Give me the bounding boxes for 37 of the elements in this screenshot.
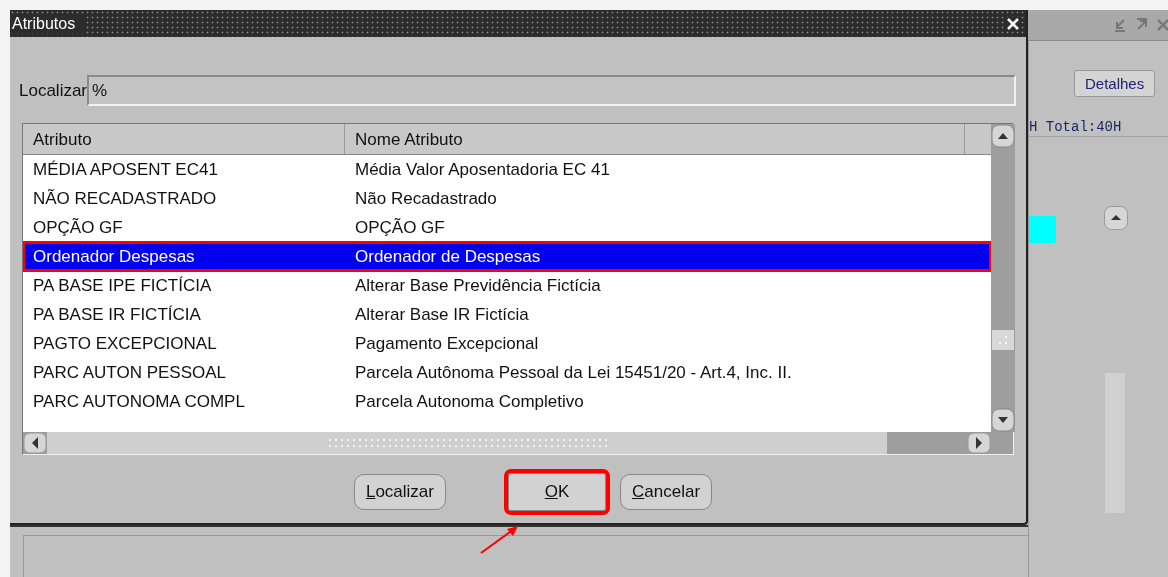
dialog-button[interactable]: Cancelar	[620, 474, 713, 510]
table-cell-text: OPÇÃO GF	[32, 217, 124, 238]
table-cell-text: Ordenador Despesas	[32, 246, 196, 267]
vertical-scrollbar[interactable]	[991, 124, 1015, 432]
total-hours-text: H Total:40H	[1029, 119, 1122, 135]
table-cell-text: Parcela Autônoma Pessoal da Lei 15451/20 - Art.4, Inc. II.	[354, 362, 793, 383]
table-cell-text: Alterar Base Previdência Fictícia	[354, 275, 602, 296]
table-cell-text: MÉDIA APOSENT EC41	[32, 159, 219, 180]
table-cell-text: Ordenador de Despesas	[354, 246, 542, 267]
table-cell-text: PAGTO EXCEPCIONAL	[32, 333, 218, 354]
scroll-up-icon	[991, 124, 1015, 148]
selected-row[interactable]: Ordenador Despesas Ordenador de Despesas	[23, 242, 991, 271]
search-label: Localizar	[19, 80, 88, 101]
search-field[interactable]: %	[87, 75, 1016, 106]
table-cell-text: NÃO RECADASTRADO	[32, 188, 218, 209]
column-header[interactable]: Atributo	[23, 124, 345, 154]
table-cell-text: PARC AUTONOMA COMPL	[32, 391, 246, 412]
color-field[interactable]	[1029, 216, 1056, 243]
table-cell-text: PA BASE IPE FICTÍCIA	[32, 275, 213, 296]
details-button[interactable]: Detalhes	[1074, 70, 1156, 97]
annotation-arrow	[480, 526, 518, 554]
close-icon[interactable]	[1006, 16, 1020, 31]
close-icon	[1156, 17, 1168, 33]
scroll-up-button[interactable]	[1104, 206, 1128, 230]
table-cell-text: Alterar Base IR Fictícia	[354, 304, 530, 325]
table-cell-text: PARC AUTON PESSOAL	[32, 362, 228, 383]
table-cell-text: Parcela Autonoma Completivo	[354, 391, 585, 412]
table-cell-text: Média Valor Aposentadoria EC 41	[354, 159, 611, 180]
minimize-icon	[1112, 17, 1128, 33]
scroll-down-icon	[991, 408, 1015, 432]
table-cell-text: Pagamento Excepcional	[354, 333, 540, 354]
horizontal-scrollbar[interactable]	[23, 432, 991, 454]
dialog-title: Atributos	[12, 14, 86, 33]
dialog-button[interactable]: Localizar	[353, 474, 446, 510]
table-cell-text: Não Recadastrado	[354, 188, 498, 209]
table-cell-text: OPÇÃO GF	[354, 217, 446, 238]
table-cell-text: PA BASE IR FICTÍCIA	[32, 304, 202, 325]
